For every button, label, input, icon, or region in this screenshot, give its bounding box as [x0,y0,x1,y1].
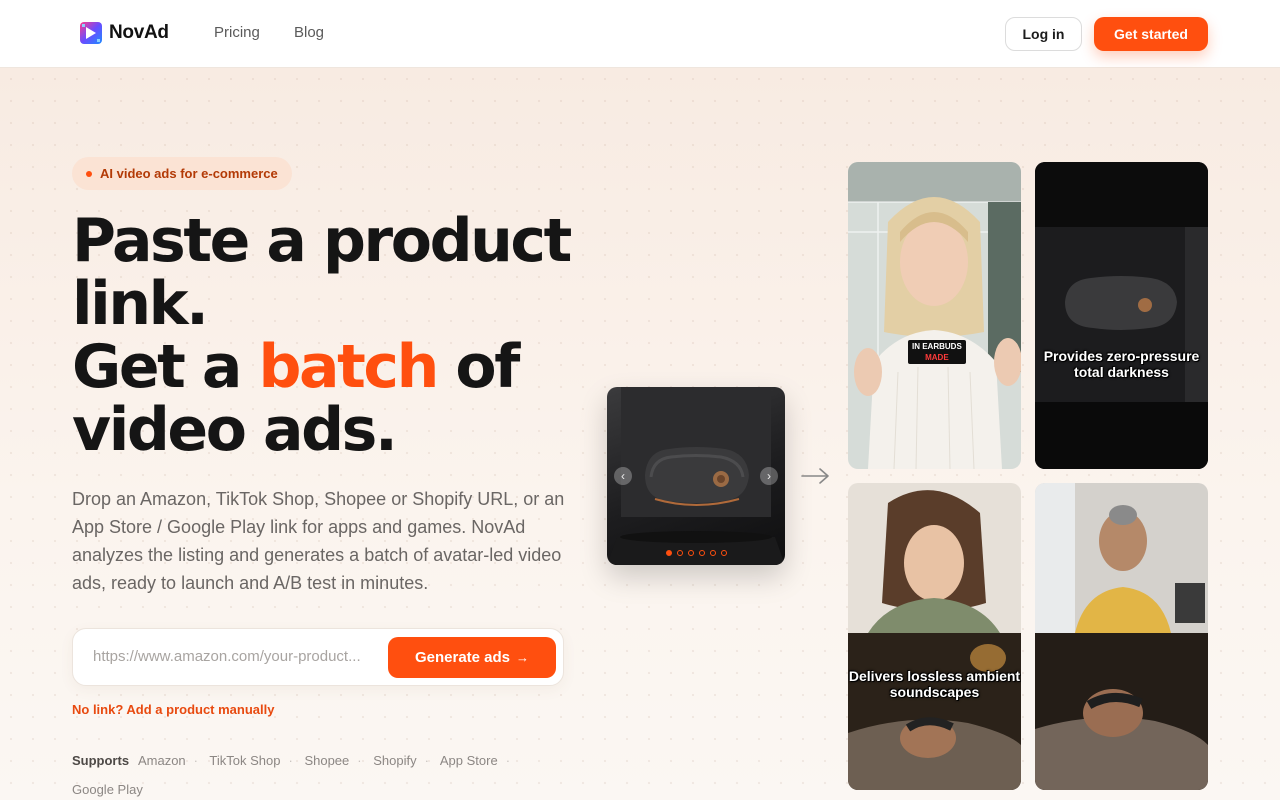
video-caption: Provides zero-pressure total darkness [1043,348,1200,380]
product-image-card: ‹ › [607,387,785,565]
carousel-next-icon[interactable]: › [760,467,778,485]
platform-shopee: Shopee [304,753,350,768]
platform-tiktok-shop: TikTok Shop [209,753,281,768]
carousel-prev-icon[interactable]: ‹ [614,467,632,485]
carousel-dot[interactable] [699,550,705,556]
arrow-right-icon [801,468,829,484]
sleep-mask-product-image [607,387,785,565]
login-button[interactable]: Log in [1005,17,1082,51]
video-thumbnail-woman-greenhouse [848,162,1021,469]
video-thumbnail-sleep-mask [1035,162,1208,469]
headline-accent: batch [258,332,440,402]
carousel-dot[interactable] [721,550,727,556]
video-ad-tile[interactable] [1035,483,1208,790]
supported-platforms: Supports Amazon · TikTok Shop · Shopee · Sh… [72,753,511,797]
url-form: Generate ads → [72,628,564,686]
headline-line-2-pre: Get a [72,332,259,402]
headline-line-1: Paste a product link. [72,206,572,339]
video-sticker: IN EARBUDS MADE [908,340,966,364]
platform-app-store: App Store [439,753,498,768]
logo-icon [80,22,102,44]
carousel-dots [666,550,727,556]
pill-dot-icon [86,170,92,177]
sticker-line-1: IN EARBUDS [912,342,962,351]
generate-ads-button[interactable]: Generate ads → [388,637,556,678]
platform-amazon: Amazon [137,753,186,768]
platform-shopify: Shopify [373,753,417,768]
arrow-right-icon: → [516,650,530,665]
carousel-dot[interactable] [710,550,716,556]
video-caption: Delivers lossless ambient soundscapes [848,668,1021,700]
carousel-dot[interactable] [666,550,672,556]
nav-link-pricing[interactable]: Pricing [214,24,260,41]
nav-link-blog[interactable]: Blog [294,24,324,41]
brand-logo[interactable]: NovAd [79,21,169,45]
video-ad-tile[interactable]: Provides zero-pressure total darkness [1035,162,1208,469]
tagline-pill: AI video ads for e-commerce [72,157,292,190]
carousel-dot[interactable] [688,550,694,556]
hero-headline: Paste a product link. Get a batch of vid… [72,210,592,462]
top-nav: NovAd Pricing Blog Log in Get started [0,0,1280,68]
carousel-dot[interactable] [677,550,683,556]
hero-description: Drop an Amazon, TikTok Shop, Shopee or S… [72,489,565,593]
supports-label: Supports [72,753,130,768]
video-thumbnail-woman-bedroom [848,483,1021,790]
add-manually-link[interactable]: No link? Add a product manually [72,702,274,717]
product-url-input[interactable] [93,648,383,665]
video-thumbnail-man-and-sleeper [1035,483,1208,790]
video-ad-tile[interactable]: IN EARBUDS MADE [848,162,1021,469]
sticker-line-2: MADE [925,353,949,362]
tagline-text: AI video ads for e-commerce [100,166,278,181]
get-started-button[interactable]: Get started [1094,17,1208,51]
brand-name: NovAd [109,22,169,43]
platform-google-play: Google Play [72,782,143,797]
video-ad-tile[interactable]: Delivers lossless ambient soundscapes [848,483,1021,790]
generate-ads-label: Generate ads [414,649,511,666]
